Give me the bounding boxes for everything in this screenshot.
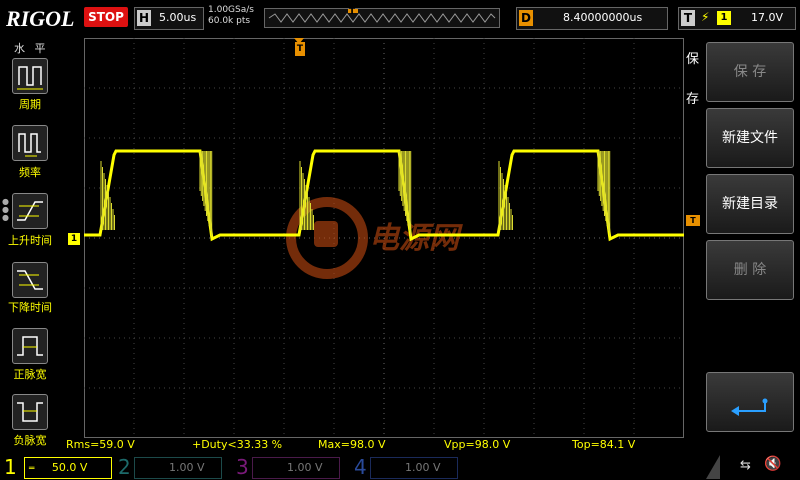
left-menu-label-pos-width: 正脉宽 (13, 368, 47, 381)
sample-info: 1.00GSa/s 60.0k pts (208, 5, 254, 27)
ch1-coupling-icon: ═ (29, 464, 35, 474)
ch4-scale-box[interactable]: 1.00 V (370, 457, 458, 479)
ch4-scale: 1.00 V (405, 461, 441, 474)
sample-rate: 1.00GSa/s (208, 5, 254, 15)
period-icon[interactable] (12, 58, 48, 94)
ch3-number: 3 (236, 455, 249, 479)
back-button[interactable] (706, 372, 794, 432)
run-stop-indicator[interactable]: STOP (84, 7, 128, 27)
horizontal-timebase-box[interactable]: H 5.00us (134, 7, 204, 30)
trigger-box[interactable]: T ⚡ 1 17.0V (678, 7, 796, 30)
left-menu-label-frequency: 频率 (19, 166, 41, 179)
trigger-position-tag[interactable]: T (295, 42, 305, 56)
ch4-number: 4 (354, 455, 367, 479)
ch1-scale: 50.0 V (51, 461, 88, 474)
watermark-logo: 电源网 (286, 197, 463, 279)
ch3-scale: 1.00 V (287, 461, 323, 474)
right-menu-title-2: 存 (686, 92, 700, 107)
top-status-bar: RIGOL STOP H 5.00us 1.00GSa/s 60.0k pts … (0, 0, 800, 36)
trigger-slope-icon: ⚡ (701, 10, 710, 24)
measure-vpp: Vpp=98.0 V (444, 438, 511, 451)
memory-depth: 60.0k pts (208, 16, 251, 26)
trigger-level: 17.0V (751, 11, 784, 24)
frequency-icon[interactable] (12, 125, 48, 161)
horizontal-label: H (137, 10, 151, 26)
ch1-ground-marker[interactable]: 1 (68, 233, 80, 245)
usb-icon: ⇆ (740, 458, 751, 473)
delay-box[interactable]: D 8.40000000us (516, 7, 668, 30)
left-menu-title: 水 平 (14, 42, 49, 55)
negative-width-icon[interactable] (12, 394, 48, 430)
trigger-source: 1 (717, 11, 731, 25)
ch2-number: 2 (118, 455, 131, 479)
delay-value: 8.40000000us (563, 11, 643, 24)
waveform-display[interactable]: 电源网 (84, 38, 684, 438)
trigger-level-marker[interactable]: T (686, 215, 700, 226)
ch1-number: 1 (4, 455, 17, 479)
measure-top: Top=84.1 V (572, 438, 636, 451)
memory-overview-strip[interactable]: T (264, 7, 500, 28)
positive-width-icon[interactable] (12, 328, 48, 364)
measure-max: Max=98.0 V (318, 438, 386, 451)
new-folder-button[interactable]: 新建目录 (706, 174, 794, 234)
right-menu-title-1: 保 (686, 52, 700, 67)
rigol-logo: RIGOL (6, 6, 75, 31)
ch3-scale-box[interactable]: 1.00 V (252, 457, 340, 479)
memory-trigger-marker: T (349, 7, 356, 17)
delete-button[interactable]: 删 除 (706, 240, 794, 300)
rise-time-icon[interactable] (12, 193, 48, 229)
left-menu-label-fall: 下降时间 (8, 301, 52, 314)
measure-duty: +Duty<33.33 % (192, 438, 283, 451)
save-button[interactable]: 保 存 (706, 42, 794, 102)
memory-wave-icon (268, 9, 496, 23)
ch2-scale: 1.00 V (169, 461, 205, 474)
delay-label: D (519, 10, 533, 26)
ch1-scale-box[interactable]: ═ 50.0 V (24, 457, 112, 479)
trigger-label: T (681, 10, 695, 26)
measure-rms: Rms=59.0 V (66, 438, 135, 451)
left-menu-label-rise: 上升时间 (8, 234, 52, 247)
fall-time-icon[interactable] (12, 262, 48, 298)
ch2-scale-box[interactable]: 1.00 V (134, 457, 222, 479)
menu-page-dots: ● ● ● (2, 197, 9, 222)
bottom-right-tab (706, 455, 720, 479)
new-file-button[interactable]: 新建文件 (706, 108, 794, 168)
speaker-mute-icon[interactable]: 🔇 (764, 456, 781, 472)
return-arrow-icon (731, 398, 768, 416)
left-menu-label-period: 周期 (19, 98, 41, 111)
timebase-value: 5.00us (159, 11, 197, 24)
left-menu-label-neg-width: 负脉宽 (13, 434, 47, 447)
watermark-text: 电源网 (369, 221, 463, 256)
